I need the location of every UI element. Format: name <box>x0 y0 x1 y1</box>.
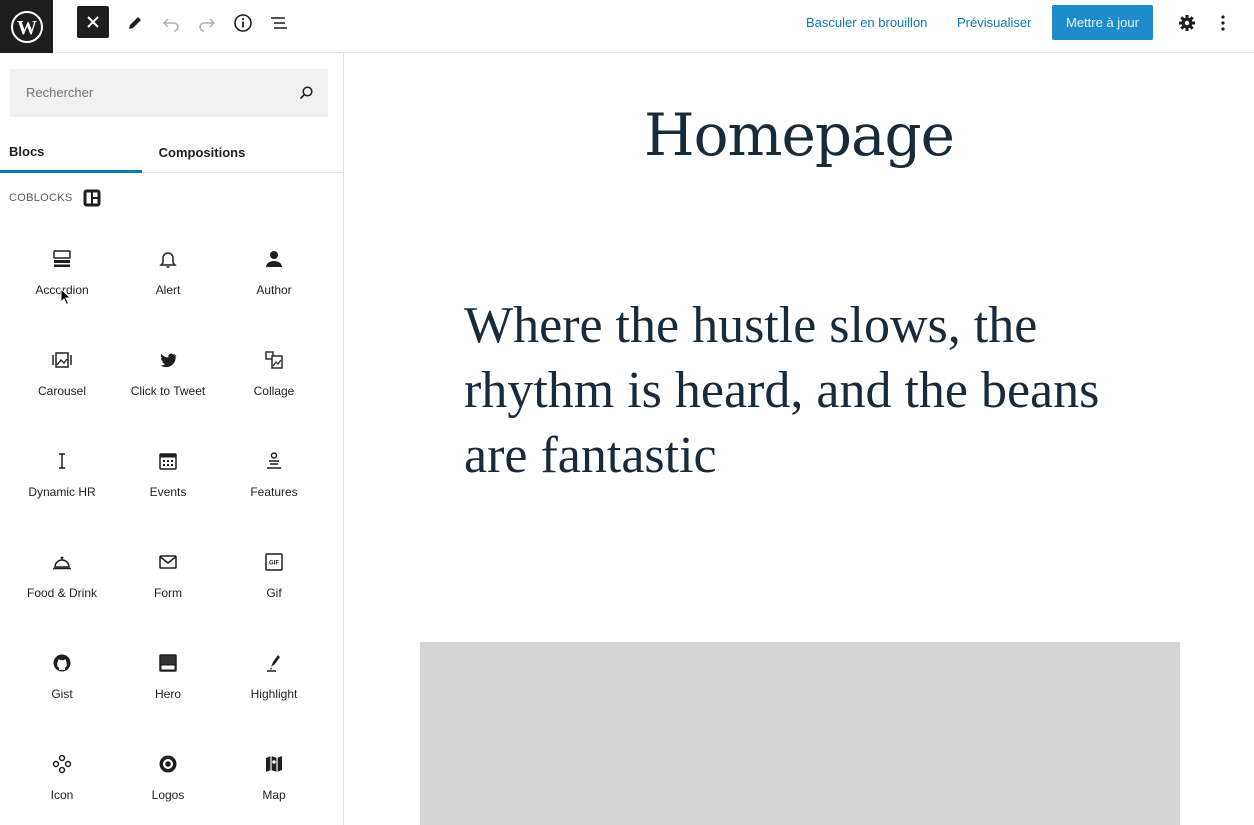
undo-icon <box>162 18 179 32</box>
map-icon <box>266 756 282 772</box>
gif-icon: GIF <box>265 553 283 571</box>
block-features[interactable]: Features <box>221 435 327 525</box>
block-logos[interactable]: Logos <box>115 738 221 825</box>
block-form[interactable]: Form <box>115 536 221 626</box>
block-label: Events <box>149 485 187 499</box>
list-view-button[interactable] <box>262 6 296 40</box>
block-label: Hero <box>154 687 181 701</box>
block-label: Alert <box>155 283 181 297</box>
close-icon <box>87 16 99 28</box>
block-label: Dynamic HR <box>28 485 96 499</box>
block-label: Click to Tweet <box>130 384 206 398</box>
github-icon <box>53 654 71 672</box>
block-click-to-tweet[interactable]: Click to Tweet <box>115 334 221 424</box>
undo-button[interactable] <box>154 6 188 40</box>
block-label: Icon <box>50 788 74 802</box>
block-carousel[interactable]: Carousel <box>9 334 115 424</box>
preview-button[interactable]: Prévisualiser <box>957 15 1031 30</box>
block-label: Gif <box>266 586 282 600</box>
info-icon <box>234 14 252 32</box>
block-accordion[interactable]: Accordion <box>9 233 115 323</box>
editor-header: W Basculer en brouillon Prévisualiser Me… <box>0 0 1254 53</box>
block-food-drink[interactable]: Food & Drink <box>9 536 115 626</box>
block-label: Features <box>250 485 298 499</box>
category-label: COBLOCKS <box>9 192 73 204</box>
block-hero[interactable]: Hero <box>115 637 221 727</box>
block-events[interactable]: Events <box>115 435 221 525</box>
svg-text:GIF: GIF <box>269 561 279 567</box>
details-button[interactable] <box>226 6 260 40</box>
redo-icon <box>199 18 216 32</box>
hero-icon <box>159 654 177 672</box>
tab-patterns[interactable]: Compositions <box>142 132 262 173</box>
pencil-icon <box>129 17 141 29</box>
cloche-icon <box>53 556 71 570</box>
switch-to-draft-button[interactable]: Basculer en brouillon <box>806 15 927 30</box>
inserter-tabs: Blocs Compositions <box>0 132 343 173</box>
post-title[interactable]: Homepage <box>344 101 1254 169</box>
block-author[interactable]: Author <box>221 233 327 323</box>
person-icon <box>266 251 282 267</box>
collage-icon <box>265 351 283 369</box>
tab-blocks[interactable]: Blocs <box>0 132 142 173</box>
svg-text:W: W <box>17 17 37 39</box>
search-icon <box>299 86 313 100</box>
block-inserter-panel: Blocs Compositions COBLOCKS Accordion Al… <box>0 53 344 825</box>
coblocks-icon <box>83 189 101 207</box>
wordpress-logo-icon[interactable]: W <box>0 0 53 53</box>
block-collage[interactable]: Collage <box>221 334 327 424</box>
gear-icon <box>1179 15 1195 31</box>
block-label: Author <box>256 283 292 297</box>
logos-icon <box>159 755 177 773</box>
update-button[interactable]: Mettre à jour <box>1052 5 1153 40</box>
block-label: Highlight <box>250 687 298 701</box>
block-alert[interactable]: Alert <box>115 233 221 323</box>
block-search <box>10 69 328 117</box>
calendar-icon <box>159 453 177 470</box>
block-label: Food & Drink <box>26 586 98 600</box>
block-gist[interactable]: Gist <box>9 637 115 727</box>
bell-icon <box>159 252 177 268</box>
block-label: Gist <box>51 687 73 701</box>
block-icon[interactable]: Icon <box>9 738 115 825</box>
block-label: Logos <box>151 788 185 802</box>
cover-image-placeholder[interactable] <box>420 642 1180 825</box>
heading-block[interactable]: Where the hustle slows, the rhythm is he… <box>464 293 1154 488</box>
more-vertical-icon <box>1221 15 1225 31</box>
mouse-cursor-icon <box>60 288 72 306</box>
carousel-icon <box>52 352 72 368</box>
editor-canvas: Homepage Where the hustle slows, the rhy… <box>344 53 1254 825</box>
redo-button[interactable] <box>190 6 224 40</box>
settings-button[interactable] <box>1170 6 1204 40</box>
block-label: Carousel <box>37 384 87 398</box>
block-dynamic-hr[interactable]: Dynamic HR <box>9 435 115 525</box>
options-menu-button[interactable] <box>1206 6 1240 40</box>
twitter-icon <box>160 353 177 368</box>
accordion-icon <box>53 250 71 267</box>
features-icon <box>267 452 281 469</box>
block-label: Form <box>154 586 182 600</box>
dynamic-hr-icon <box>59 453 65 469</box>
block-gif[interactable]: GIF Gif <box>221 536 327 626</box>
envelope-icon <box>159 555 177 569</box>
icon-block-icon <box>52 754 72 774</box>
search-input[interactable] <box>26 85 286 100</box>
tools-button[interactable] <box>118 6 152 40</box>
block-label: Map <box>262 788 286 802</box>
list-view-icon <box>271 17 287 29</box>
block-map[interactable]: Map <box>221 738 327 825</box>
block-highlight[interactable]: Highlight <box>221 637 327 727</box>
highlighter-icon <box>267 655 280 672</box>
block-label: Collage <box>253 384 295 398</box>
close-inserter-button[interactable] <box>77 6 109 38</box>
